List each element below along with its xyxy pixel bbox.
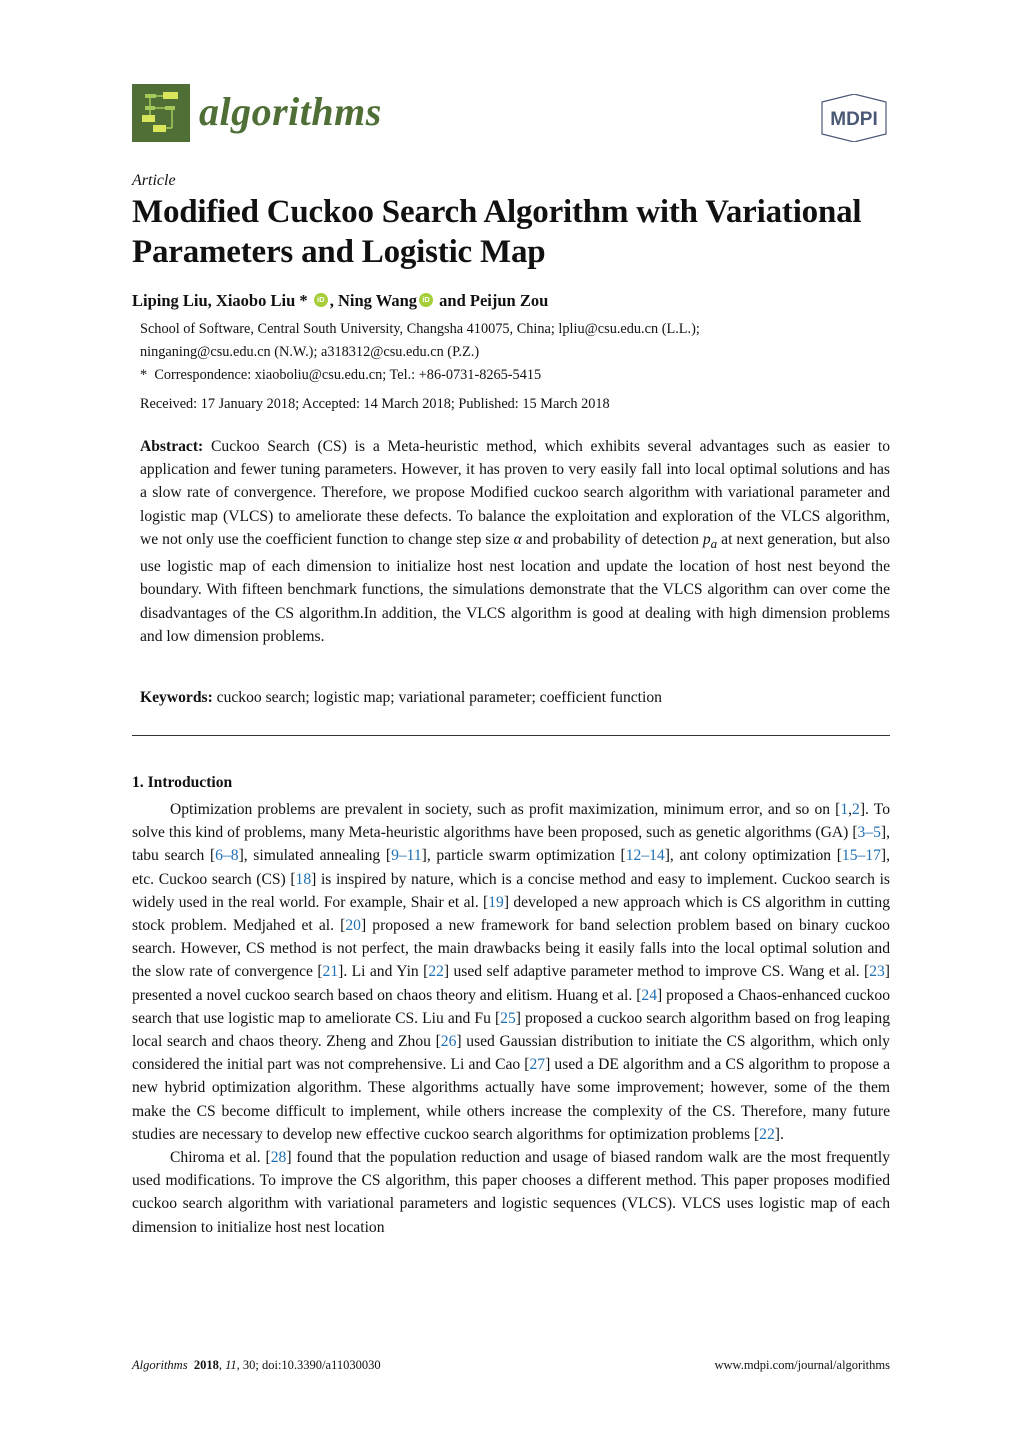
pa-base: p xyxy=(702,530,711,548)
footer-url[interactable]: www.mdpi.com/journal/algorithms xyxy=(650,1358,890,1373)
keywords-text: cuckoo search; logistic map; variational… xyxy=(212,689,662,706)
affiliation: ninganing@csu.edu.cn (N.W.); a318312@csu… xyxy=(140,344,480,360)
author-name: Xiaobo Liu xyxy=(215,291,296,310)
citation-link[interactable]: 3–5 xyxy=(858,824,881,841)
publisher-name: MDPI xyxy=(830,109,878,130)
introduction-body: Optimization problems are prevalent in s… xyxy=(132,798,890,1239)
citation-link[interactable]: 26 xyxy=(441,1033,457,1050)
publisher-logo-icon: MDPI xyxy=(818,93,890,143)
journal-name: algorithms xyxy=(199,89,382,134)
footer-doi: , 30; doi:10.3390/a11030030 xyxy=(236,1358,381,1372)
paragraph-text: Optimization problems are prevalent in s… xyxy=(170,801,841,818)
citation-link[interactable]: 19 xyxy=(488,894,504,911)
paragraph-text: ], ant colony optimization [ xyxy=(664,847,842,865)
section-divider xyxy=(132,735,890,736)
citation-link[interactable]: 18 xyxy=(296,871,312,888)
citation-link[interactable]: 27 xyxy=(530,1056,546,1073)
section-heading: 1. Introduction xyxy=(132,774,233,791)
citation-link[interactable]: 23 xyxy=(869,963,885,980)
paragraph-text: ]. xyxy=(774,1125,784,1143)
paragraph-text: ], particle swarm optimization [ xyxy=(421,847,626,865)
pa-symbol: pa xyxy=(702,530,717,551)
author-separator: , xyxy=(329,291,338,310)
citation-link[interactable]: 20 xyxy=(345,917,361,934)
paragraph-text: ]. Li and Yin [ xyxy=(338,963,429,981)
author-name: Liping Liu xyxy=(132,291,208,310)
citation-link[interactable]: 22 xyxy=(428,963,444,980)
citation-link[interactable]: 2 xyxy=(852,801,860,818)
paragraph-text: ] used self adaptive parameter method to… xyxy=(443,963,870,981)
author-list: Liping Liu, Xiaobo Liu * iD, Ning Wang iD… xyxy=(132,290,548,312)
citation-link[interactable]: 15–17 xyxy=(842,847,881,864)
citation-link[interactable]: 21 xyxy=(323,963,339,980)
paragraph-text: ], simulated annealing [ xyxy=(238,847,392,865)
keywords-label: Keywords: xyxy=(140,689,213,706)
citation-link[interactable]: 22 xyxy=(759,1126,775,1143)
footer-citation: Algorithms 2018, 11, 30; doi:10.3390/a11… xyxy=(132,1358,381,1372)
author-name: Ning Wang xyxy=(338,291,418,310)
author-separator: and xyxy=(435,291,470,310)
citation-link[interactable]: 1 xyxy=(840,801,848,818)
citation-link[interactable]: 12–14 xyxy=(626,847,665,864)
paper-title: Modified Cuckoo Search Algorithm with Va… xyxy=(132,194,862,270)
author-separator: , xyxy=(207,291,216,310)
orcid-icon[interactable]: iD xyxy=(313,293,328,307)
corresponding-mark: * xyxy=(295,291,308,310)
citation-link[interactable]: 28 xyxy=(271,1149,287,1166)
correspondence-text: Correspondence: xiaoboliu@csu.edu.cn; Te… xyxy=(154,367,542,383)
journal-logo-icon xyxy=(132,84,190,142)
paragraph: Chiroma et al. [28] found that the popul… xyxy=(132,1146,890,1239)
abstract: Abstract: Cuckoo Search (CS) is a Meta-h… xyxy=(140,435,890,648)
correspondence: * Correspondence: xiaoboliu@csu.edu.cn; … xyxy=(140,365,541,385)
affiliation: School of Software, Central South Univer… xyxy=(140,321,700,337)
footer-journal: Algorithms xyxy=(132,1358,188,1372)
citation-link[interactable]: 24 xyxy=(641,987,657,1004)
author-name: Peijun Zou xyxy=(469,291,549,310)
paragraph-text: Chiroma et al. [ xyxy=(170,1149,271,1167)
correspondence-mark: * xyxy=(140,367,148,383)
citation-link[interactable]: 6–8 xyxy=(215,847,238,864)
abstract-text: and probability of detection xyxy=(521,530,703,548)
article-type: Article xyxy=(132,172,176,189)
keywords: Keywords: cuckoo search; logistic map; v… xyxy=(140,686,890,709)
publication-dates: Received: 17 January 2018; Accepted: 14 … xyxy=(140,396,610,412)
paragraph: Optimization problems are prevalent in s… xyxy=(132,798,890,1146)
alpha-symbol: α xyxy=(513,530,522,548)
footer-volume: 11 xyxy=(225,1358,237,1372)
citation-link[interactable]: 25 xyxy=(500,1010,516,1027)
orcid-icon[interactable]: iD xyxy=(419,293,434,307)
abstract-label: Abstract: xyxy=(140,438,204,455)
footer-year: 2018 xyxy=(193,1358,219,1372)
citation-link[interactable]: 9–11 xyxy=(391,847,422,864)
